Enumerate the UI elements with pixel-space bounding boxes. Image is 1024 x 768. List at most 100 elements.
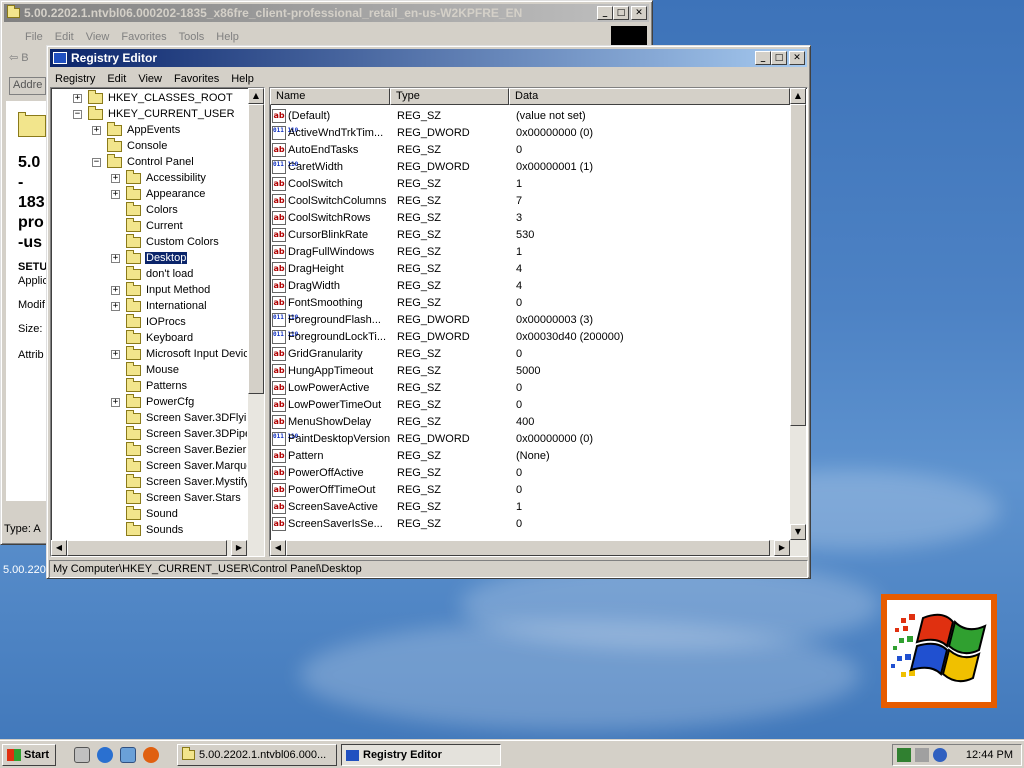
expand-icon[interactable]: +: [111, 285, 120, 295]
collapse-icon[interactable]: −: [73, 109, 82, 119]
expand-icon[interactable]: +: [111, 173, 120, 183]
minimize-button[interactable]: _: [597, 6, 613, 20]
value-row[interactable]: ab ScreenSaveActive REG_SZ 1: [272, 498, 771, 515]
tree-node[interactable]: − HKEY_CURRENT_USER: [73, 105, 236, 122]
menu-view[interactable]: View: [132, 73, 168, 85]
value-row[interactable]: ab (Default) REG_SZ (value not set): [272, 107, 771, 124]
taskbar-task-registry-editor[interactable]: Registry Editor: [341, 744, 501, 766]
expand-icon[interactable]: +: [111, 349, 120, 359]
tree-node[interactable]: + Appearance: [111, 185, 206, 202]
tree-node[interactable]: Current: [111, 217, 184, 234]
values-horizontal-scrollbar[interactable]: ◀ ▶: [270, 540, 807, 556]
taskbar-task-explorer[interactable]: 5.00.2202.1.ntvbl06.000...: [177, 744, 337, 766]
tree-node[interactable]: don't load: [111, 265, 194, 282]
menu-help[interactable]: Help: [225, 73, 260, 85]
menu-tools[interactable]: Tools: [173, 31, 211, 43]
minimize-button[interactable]: _: [755, 51, 771, 65]
value-row[interactable]: ab CoolSwitchColumns REG_SZ 7: [272, 192, 771, 209]
value-row[interactable]: ab CoolSwitch REG_SZ 1: [272, 175, 771, 192]
scroll-up-button[interactable]: ▲: [248, 88, 264, 104]
show-desktop-icon[interactable]: [74, 747, 90, 763]
value-row[interactable]: ab LowPowerActive REG_SZ 0: [272, 379, 771, 396]
value-row[interactable]: ab DragWidth REG_SZ 4: [272, 277, 771, 294]
maximize-button[interactable]: □: [771, 51, 787, 65]
value-row[interactable]: ab HungAppTimeout REG_SZ 5000: [272, 362, 771, 379]
close-button[interactable]: ✕: [631, 6, 647, 20]
expand-icon[interactable]: +: [111, 397, 120, 407]
values-list-pane[interactable]: Name Type Data ab (Default) REG_SZ (value n…: [269, 87, 808, 557]
value-row[interactable]: ab FontSmoothing REG_SZ 0: [272, 294, 771, 311]
tree-node[interactable]: + PowerCfg: [111, 393, 195, 410]
tree-node[interactable]: Screen Saver.Stars: [111, 489, 242, 506]
tree-node[interactable]: Screen Saver.3DPipe: [111, 425, 247, 442]
clock[interactable]: 12:44 PM: [966, 749, 1013, 761]
tree-vertical-scrollbar[interactable]: ▲: [248, 88, 264, 540]
value-row[interactable]: ab PowerOffActive REG_SZ 0: [272, 464, 771, 481]
tree-node[interactable]: Mouse: [111, 361, 180, 378]
tree-horizontal-scrollbar[interactable]: ◀ ▶: [51, 540, 264, 556]
expand-icon[interactable]: +: [73, 93, 82, 103]
tree-node[interactable]: + Accessibility: [111, 169, 207, 186]
expand-icon[interactable]: +: [111, 189, 120, 199]
volume-icon[interactable]: [915, 748, 929, 762]
value-row[interactable]: ab CoolSwitchRows REG_SZ 3: [272, 209, 771, 226]
scroll-thumb[interactable]: [286, 540, 770, 556]
tree-node[interactable]: + Input Method: [111, 281, 211, 298]
tree-node[interactable]: Custom Colors: [111, 233, 220, 250]
menu-edit[interactable]: Edit: [101, 73, 132, 85]
menu-edit[interactable]: Edit: [49, 31, 80, 43]
collapse-icon[interactable]: −: [92, 157, 101, 167]
close-button[interactable]: ✕: [789, 51, 805, 65]
tree-node[interactable]: Screen Saver.3DFlyir: [111, 409, 247, 426]
registry-editor-window[interactable]: Registry Editor _ □ ✕ Registry Edit View…: [46, 45, 811, 579]
tree-node[interactable]: Colors: [111, 201, 179, 218]
menu-favorites[interactable]: Favorites: [115, 31, 172, 43]
value-row[interactable]: ab PowerOffTimeOut REG_SZ 0: [272, 481, 771, 498]
value-row[interactable]: ab Pattern REG_SZ (None): [272, 447, 771, 464]
expand-icon[interactable]: +: [92, 125, 101, 135]
network-icon[interactable]: [120, 747, 136, 763]
scroll-thumb[interactable]: [790, 104, 806, 426]
tree-node[interactable]: Patterns: [111, 377, 188, 394]
scroll-left-button[interactable]: ◀: [270, 540, 286, 556]
value-row[interactable]: ab LowPowerTimeOut REG_SZ 0: [272, 396, 771, 413]
tray-app-icon[interactable]: [933, 748, 947, 762]
scroll-down-button[interactable]: ▼: [790, 524, 806, 540]
back-button[interactable]: ⇦ B: [9, 51, 29, 64]
value-row[interactable]: ab CursorBlinkRate REG_SZ 530: [272, 226, 771, 243]
value-row[interactable]: ab GridGranularity REG_SZ 0: [272, 345, 771, 362]
scroll-right-button[interactable]: ▶: [231, 540, 247, 556]
start-button[interactable]: Start: [2, 744, 56, 766]
tree-node[interactable]: Sounds: [111, 521, 184, 538]
value-row[interactable]: ab DragHeight REG_SZ 4: [272, 260, 771, 277]
tree-node[interactable]: + Desktop: [111, 249, 189, 266]
internet-explorer-icon[interactable]: [97, 747, 113, 763]
tree-node[interactable]: + AppEvents: [92, 121, 181, 138]
value-row[interactable]: ab ScreenSaverIsSe... REG_SZ 0: [272, 515, 771, 532]
menu-file[interactable]: File: [19, 31, 49, 43]
value-row[interactable]: 011 110 ActiveWndTrkTim... REG_DWORD 0x0000…: [272, 124, 771, 141]
tree-node[interactable]: IOProcs: [111, 313, 187, 330]
tree-node[interactable]: Keyboard: [111, 329, 194, 346]
values-vertical-scrollbar[interactable]: ▲ ▼: [790, 88, 806, 540]
tree-node[interactable]: Screen Saver.Bezier: [111, 441, 247, 458]
menu-help[interactable]: Help: [210, 31, 245, 43]
expand-icon[interactable]: +: [111, 301, 120, 311]
scroll-thumb[interactable]: [67, 540, 227, 556]
tree-node[interactable]: Console: [92, 137, 168, 154]
tree-node[interactable]: Sound: [111, 505, 179, 522]
column-header-type[interactable]: Type: [390, 88, 509, 105]
value-row[interactable]: 011 110 PaintDesktopVersion REG_DWORD 0x000…: [272, 430, 771, 447]
maximize-button[interactable]: □: [613, 6, 629, 20]
menu-registry[interactable]: Registry: [49, 73, 101, 85]
scroll-up-button[interactable]: ▲: [790, 88, 806, 104]
value-row[interactable]: 011 110 ForegroundFlash... REG_DWORD 0x0000…: [272, 311, 771, 328]
desktop-icon-label[interactable]: 5.00.220: [3, 564, 46, 576]
firefox-icon[interactable]: [143, 747, 159, 763]
scroll-right-button[interactable]: ▶: [774, 540, 790, 556]
tree-node[interactable]: − Control Panel: [92, 153, 195, 170]
value-row[interactable]: 011 110 CaretWidth REG_DWORD 0x00000001 (1): [272, 158, 771, 175]
value-row[interactable]: ab MenuShowDelay REG_SZ 400: [272, 413, 771, 430]
menu-favorites[interactable]: Favorites: [168, 73, 225, 85]
regedit-titlebar[interactable]: Registry Editor _ □ ✕: [50, 49, 807, 67]
